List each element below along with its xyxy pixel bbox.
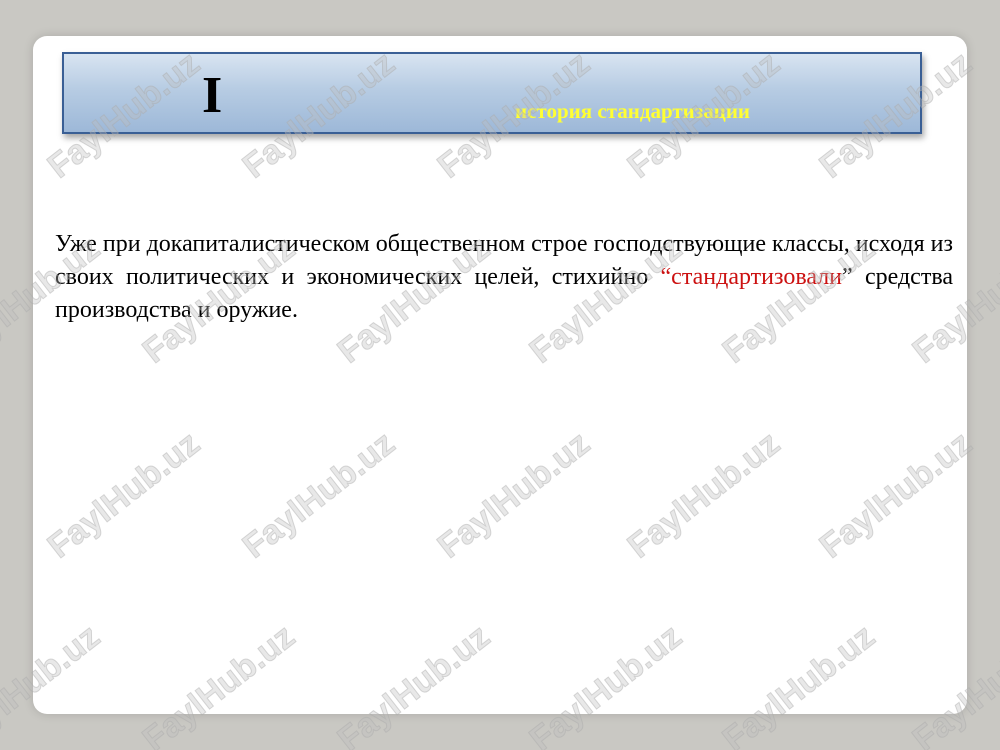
title-banner: I история стандартизации — [62, 52, 922, 134]
highlighted-word: стандартизовали — [671, 264, 843, 290]
slide: I история стандартизации Уже при докапит… — [33, 36, 967, 714]
body-paragraph: Уже при докапиталистическом общественном… — [55, 228, 953, 327]
section-subtitle: история стандартизации — [515, 99, 751, 123]
section-numeral: I — [202, 67, 223, 124]
open-quote: “ — [660, 264, 672, 290]
close-quote: ” — [842, 264, 853, 290]
